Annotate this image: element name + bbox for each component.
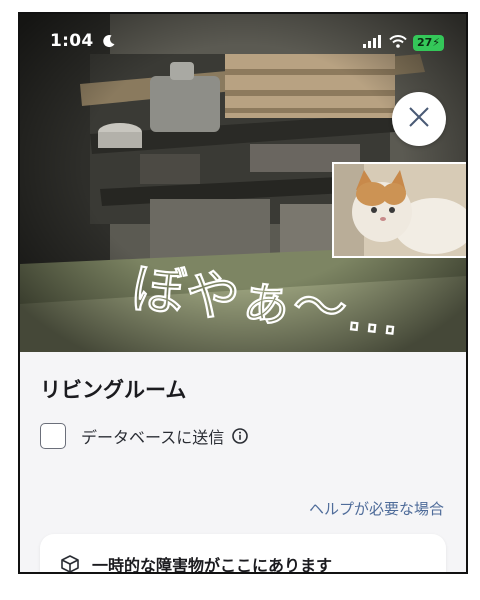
help-link[interactable]: ヘルプが必要な場合 bbox=[309, 498, 444, 519]
notice-card[interactable]: 一時的な障害物がここにあります bbox=[40, 534, 446, 574]
send-to-database-checkbox[interactable] bbox=[40, 423, 66, 449]
close-button[interactable] bbox=[392, 92, 446, 146]
battery-icon: 27⚡ bbox=[412, 34, 444, 51]
send-to-database-label[interactable]: データベースに送信 bbox=[81, 424, 224, 448]
info-icon[interactable] bbox=[232, 428, 249, 444]
signal-icon bbox=[362, 33, 383, 52]
send-to-database-row: データベースに送信 bbox=[40, 420, 249, 452]
status-indicators: 27⚡ bbox=[362, 33, 444, 52]
wifi-icon bbox=[389, 33, 407, 52]
close-icon bbox=[408, 106, 430, 132]
status-time: 1:04 bbox=[50, 31, 94, 51]
room-panel: リビングルーム データベースに送信 ヘルプが必要な場合 一時的な障害物がここにあ… bbox=[20, 352, 466, 574]
pip-cat-image bbox=[334, 164, 466, 256]
battery-level: 27 bbox=[416, 35, 433, 49]
notice-card-text: 一時的な障害物がここにあります bbox=[92, 556, 333, 574]
status-bar: 1:04 27⚡ bbox=[20, 14, 466, 68]
status-time-group: 1:04 bbox=[50, 31, 116, 53]
moon-icon bbox=[102, 33, 116, 53]
pip-camera-view[interactable] bbox=[332, 162, 466, 258]
page-title: リビングルーム bbox=[40, 378, 187, 402]
notice-card-row: 一時的な障害物がここにあります bbox=[60, 552, 333, 574]
app-screen: ぼやぁ〜… 1:04 27⚡ リビングルーム データベースに送信 ヘルプが必要な… bbox=[18, 12, 468, 574]
cube-icon bbox=[60, 554, 80, 572]
camera-feed: ぼやぁ〜… 1:04 27⚡ bbox=[20, 14, 466, 352]
